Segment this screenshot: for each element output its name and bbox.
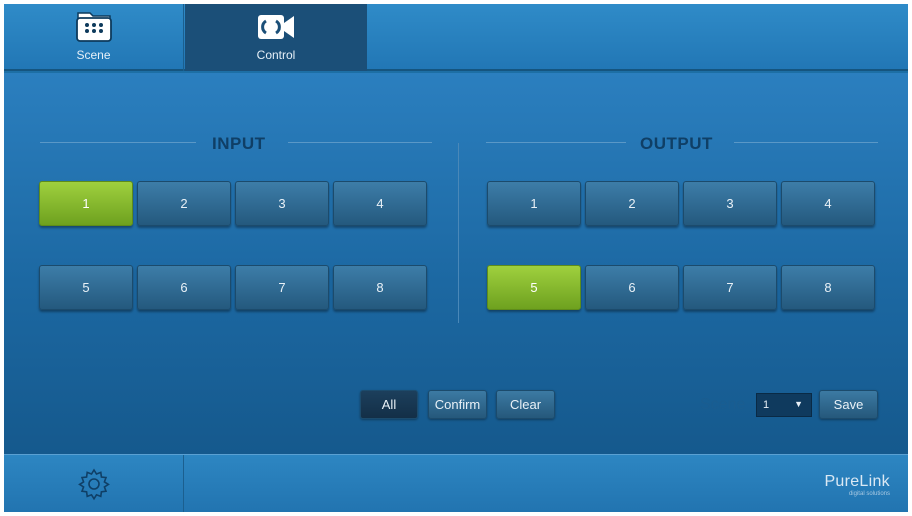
chevron-down-icon: ▼: [794, 399, 803, 409]
input-button-7[interactable]: 7: [235, 265, 329, 310]
clear-button[interactable]: Clear: [496, 390, 555, 419]
confirm-button[interactable]: Confirm: [428, 390, 487, 419]
output-button-1[interactable]: 1: [487, 181, 581, 226]
scene-label: Scene: [700, 396, 746, 413]
input-button-6[interactable]: 6: [137, 265, 231, 310]
brand-name: PureLink: [824, 473, 890, 490]
input-title: INPUT: [212, 134, 266, 153]
save-button[interactable]: Save: [819, 390, 878, 419]
section-divider: [458, 143, 459, 323]
output-title: OUTPUT: [640, 134, 713, 153]
settings-button[interactable]: [4, 455, 184, 512]
input-button-3[interactable]: 3: [235, 181, 329, 226]
tab-scene-label: Scene: [76, 48, 111, 62]
output-button-6[interactable]: 6: [585, 265, 679, 310]
tab-control-label: Control: [256, 48, 296, 62]
output-rule-right: [734, 142, 878, 143]
brand-tagline: digital solutions: [848, 491, 890, 497]
input-rule-right: [288, 142, 432, 143]
input-button-4[interactable]: 4: [333, 181, 427, 226]
output-button-5[interactable]: 5: [487, 265, 581, 310]
control-panel: INPUT OUTPUT 1 2 3 4 5 6 7 8 1 2 3 4 5 6…: [4, 73, 908, 454]
output-button-7[interactable]: 7: [683, 265, 777, 310]
input-rule-left: [40, 142, 196, 143]
output-rule-left: [486, 142, 626, 143]
tab-control[interactable]: Control: [185, 4, 367, 71]
scene-folder-icon: [75, 12, 112, 42]
input-button-1[interactable]: 1: [39, 181, 133, 226]
scene-select[interactable]: 1 ▼: [756, 393, 812, 417]
output-button-4[interactable]: 4: [781, 181, 875, 226]
control-camera-icon: [258, 15, 294, 39]
output-button-3[interactable]: 3: [683, 181, 777, 226]
top-tab-bar: Scene Control: [4, 4, 908, 71]
app-frame: Scene Control INPUT OUTPUT 1 2 3 4 5 6 7…: [4, 4, 908, 512]
input-button-2[interactable]: 2: [137, 181, 231, 226]
bottom-bar: PureLink digital solutions: [4, 454, 908, 512]
input-button-5[interactable]: 5: [39, 265, 133, 310]
tab-scene[interactable]: Scene: [4, 4, 184, 71]
scene-select-value: 1: [763, 399, 770, 411]
output-button-2[interactable]: 2: [585, 181, 679, 226]
gear-icon: [77, 468, 110, 501]
brand-logo: PureLink digital solutions: [824, 473, 890, 497]
output-button-8[interactable]: 8: [781, 265, 875, 310]
input-button-8[interactable]: 8: [333, 265, 427, 310]
all-button[interactable]: All: [360, 390, 418, 419]
